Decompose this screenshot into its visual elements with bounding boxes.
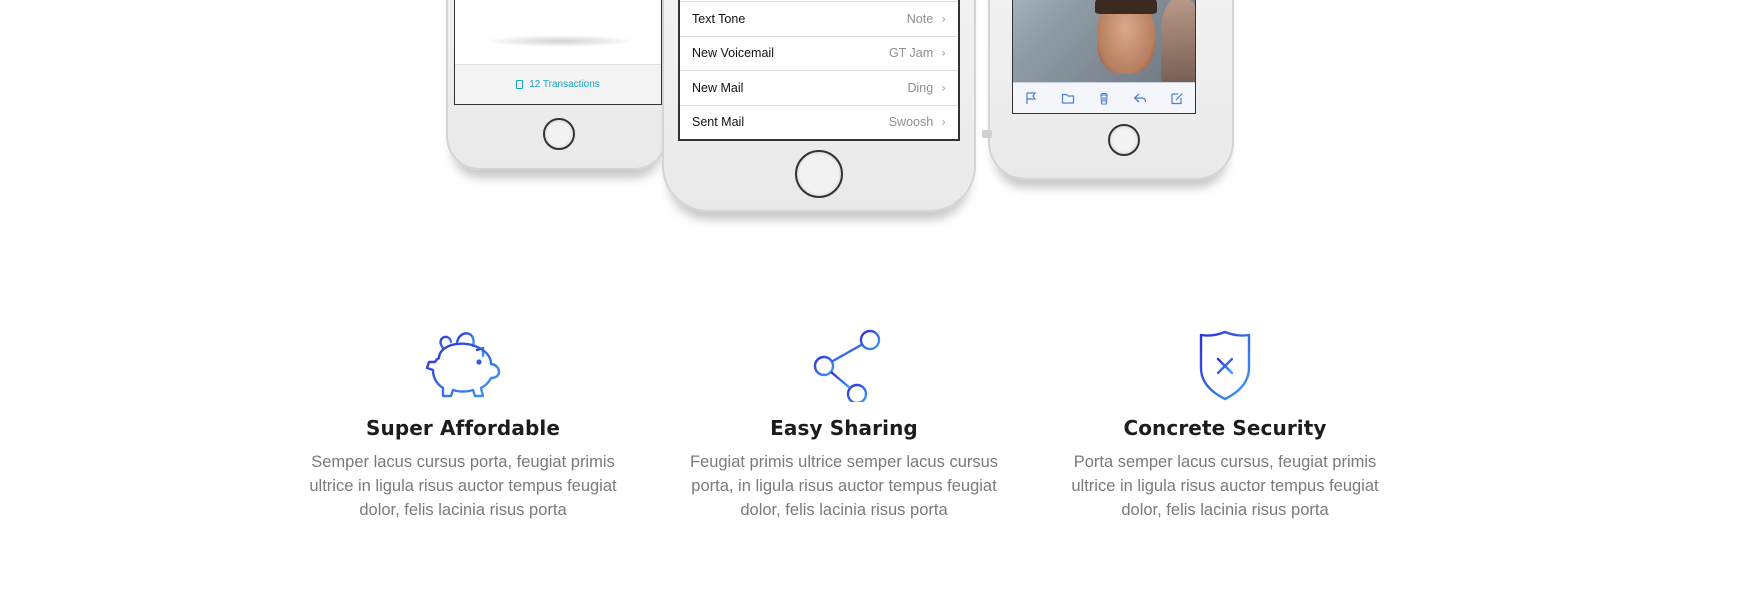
home-button: [1108, 124, 1140, 156]
photo-hair: [1095, 0, 1157, 14]
transactions-link[interactable]: 12 Transactions: [455, 64, 661, 104]
phone-left-screen: 12 Transactions: [454, 0, 662, 105]
flag-icon[interactable]: [1024, 91, 1038, 105]
phone-mockup-right: [982, 0, 1234, 180]
note-icon: [516, 80, 524, 89]
settings-row-new-voicemail[interactable]: New Voicemail GT Jam ›: [680, 35, 958, 71]
side-button: [982, 130, 992, 138]
chevron-right-icon: ›: [941, 46, 946, 61]
feature-super-affordable: Super Affordable Semper lacus cursus por…: [293, 326, 633, 522]
phone-right-screen: [1012, 0, 1196, 114]
feature-title: Super Affordable: [366, 416, 560, 440]
phone-mockup-left: 12 Transactions: [446, 0, 668, 170]
feature-description: Feugiat primis ultrice semper lacus curs…: [689, 453, 999, 519]
settings-row-label: Text Tone: [692, 11, 746, 26]
mail-toolbar: [1013, 82, 1195, 113]
photo-attachment: [1013, 0, 1195, 83]
settings-row-value: Note: [906, 11, 934, 26]
settings-row-value: Ding: [907, 80, 934, 95]
compose-icon[interactable]: [1170, 91, 1184, 105]
feature-description: Semper lacus cursus porta, feugiat primi…: [309, 453, 617, 519]
feature-description: Porta semper lacus cursus, feugiat primi…: [1071, 453, 1379, 519]
chevron-right-icon: ›: [941, 80, 946, 95]
feature-title: Easy Sharing: [770, 416, 918, 440]
photo-background-person: [1161, 0, 1195, 83]
feature-easy-sharing: Easy Sharing Feugiat primis ultrice semp…: [674, 326, 1014, 522]
reply-icon[interactable]: [1133, 91, 1147, 105]
home-button: [543, 118, 575, 150]
settings-row-sent-mail[interactable]: Sent Mail Swoosh ›: [680, 104, 958, 140]
feature-concrete-security: Concrete Security Porta semper lacus cur…: [1055, 326, 1395, 522]
phone-mockup-middle: Text Tone Note › New Voicemail GT Jam › Ne…: [662, 0, 976, 212]
pie-shadow: [483, 35, 638, 47]
settings-row-label: New Mail: [692, 80, 744, 95]
trash-icon[interactable]: [1097, 91, 1111, 105]
settings-row-new-mail[interactable]: New Mail Ding ›: [680, 70, 958, 105]
transactions-label: 12 Transactions: [529, 79, 600, 90]
share-icon: [813, 329, 881, 402]
settings-row-label: Sent Mail: [692, 115, 745, 130]
phone-middle-screen: Text Tone Note › New Voicemail GT Jam › Ne…: [678, 0, 960, 141]
chevron-right-icon: ›: [941, 11, 946, 26]
sounds-settings-list: Text Tone Note › New Voicemail GT Jam › Ne…: [680, 1, 958, 139]
chevron-right-icon: ›: [941, 115, 946, 130]
settings-row-label: New Voicemail: [692, 46, 774, 61]
home-button: [795, 150, 843, 198]
folder-icon[interactable]: [1061, 91, 1075, 105]
settings-row-value: GT Jam: [888, 46, 934, 61]
shield-icon: [1199, 330, 1251, 401]
settings-row-text-tone[interactable]: Text Tone Note ›: [680, 1, 958, 36]
piggy-bank-icon: [425, 332, 501, 398]
settings-row-value: Swoosh: [888, 115, 934, 130]
feature-title: Concrete Security: [1123, 416, 1327, 440]
